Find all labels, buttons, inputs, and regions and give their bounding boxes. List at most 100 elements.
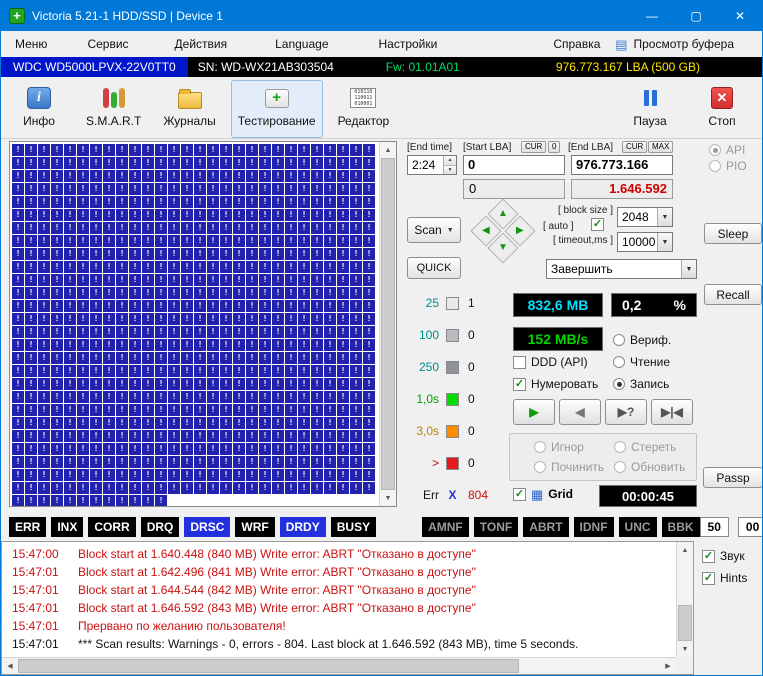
maximize-button[interactable]: ▢ bbox=[674, 1, 718, 31]
log-scrollbar-horizontal[interactable]: ◀ ▶ bbox=[2, 657, 676, 674]
scan-button[interactable]: Scan ▼ bbox=[407, 217, 461, 243]
scroll-left-icon[interactable]: ◀ bbox=[2, 658, 18, 674]
scan-block: ! bbox=[103, 391, 115, 403]
start-lba-zero-button[interactable]: 0 bbox=[548, 141, 560, 153]
scan-block: ! bbox=[233, 430, 245, 442]
logs-tab-button[interactable]: Журналы bbox=[156, 80, 222, 138]
log-scroll-track[interactable] bbox=[677, 558, 693, 641]
log-hscroll-track[interactable] bbox=[18, 658, 660, 674]
block-size-select[interactable]: 2048 ▼ bbox=[617, 207, 673, 227]
radio-circle bbox=[613, 378, 625, 390]
scan-block: ! bbox=[142, 235, 154, 247]
dropdown-arrow-icon[interactable]: ▼ bbox=[657, 208, 672, 226]
scroll-up-icon[interactable]: ▲ bbox=[677, 542, 693, 558]
scan-block: ! bbox=[12, 443, 24, 455]
grid-checkbox[interactable]: ✓ bbox=[513, 488, 526, 501]
end-time-spinner[interactable]: 2:24 ▲ ▼ bbox=[407, 155, 457, 175]
quick-button[interactable]: QUICK bbox=[407, 257, 461, 279]
on-end-action-select[interactable]: Завершить ▼ bbox=[546, 259, 697, 279]
scan-block: ! bbox=[12, 248, 24, 260]
log-hscroll-thumb[interactable] bbox=[18, 659, 519, 673]
scan-block: ! bbox=[233, 300, 245, 312]
read-radio[interactable]: Чтение bbox=[613, 355, 670, 369]
main-area: !!!!!!!!!!!!!!!!!!!!!!!!!!!!!!!!!!!!!!!!… bbox=[1, 139, 762, 513]
scan-block: ! bbox=[116, 274, 128, 286]
menu-help[interactable]: Справка bbox=[545, 33, 608, 55]
end-lba-input[interactable]: 976.773.166 bbox=[571, 155, 673, 175]
scan-block: ! bbox=[220, 248, 232, 260]
status-leds-right: AMNFTONFABRTIDNFUNCBBK bbox=[422, 517, 699, 537]
auto-checkbox[interactable]: ✓ bbox=[591, 218, 604, 231]
scan-block: ! bbox=[285, 482, 297, 494]
spin-down-icon[interactable]: ▼ bbox=[444, 166, 456, 175]
scan-block: ! bbox=[207, 469, 219, 481]
spin-buttons[interactable]: ▲ ▼ bbox=[443, 156, 456, 174]
info-tab-button[interactable]: i Инфо bbox=[7, 80, 71, 138]
menu-actions[interactable]: Действия bbox=[167, 33, 236, 55]
scan-block: ! bbox=[155, 313, 167, 325]
write-radio[interactable]: Запись bbox=[613, 377, 669, 391]
hints-checkbox[interactable]: ✓ Hints bbox=[702, 571, 747, 585]
grid-scroll-thumb[interactable] bbox=[381, 158, 395, 490]
smart-tab-button[interactable]: S.M.A.R.T bbox=[79, 80, 148, 138]
scroll-down-icon[interactable]: ▼ bbox=[380, 490, 396, 506]
dropdown-arrow-icon[interactable]: ▼ bbox=[657, 233, 672, 251]
scan-block: ! bbox=[168, 170, 180, 182]
checkbox-box: ✓ bbox=[513, 488, 526, 501]
stop-button[interactable]: ✕ Стоп bbox=[690, 80, 754, 138]
checkbox-box: ✓ bbox=[702, 572, 715, 585]
scroll-up-icon[interactable]: ▲ bbox=[380, 142, 396, 158]
test-tab-button[interactable]: + Тестирование bbox=[231, 80, 323, 138]
defect-action-panel: Игнор Стереть Починить Обновить bbox=[509, 433, 697, 481]
pause-button[interactable]: Пауза bbox=[618, 80, 682, 138]
start-lba-input[interactable]: 0 bbox=[463, 155, 565, 175]
grid-scrollbar[interactable]: ▲ ▼ bbox=[379, 142, 396, 506]
scan-block: ! bbox=[233, 404, 245, 416]
scan-block: ! bbox=[12, 274, 24, 286]
passp-button[interactable]: Passp bbox=[703, 467, 763, 488]
sound-checkbox[interactable]: ✓ Звук bbox=[702, 549, 745, 563]
start-lba-cur-button[interactable]: CUR bbox=[521, 141, 546, 153]
scan-block: ! bbox=[129, 365, 141, 377]
log-scrollbar-vertical[interactable]: ▲ ▼ bbox=[676, 542, 693, 657]
scan-block: ! bbox=[142, 183, 154, 195]
scan-block: ! bbox=[116, 287, 128, 299]
minimize-button[interactable]: — bbox=[630, 1, 674, 31]
scan-block: ! bbox=[259, 404, 271, 416]
scan-block: ! bbox=[298, 443, 310, 455]
scan-block: ! bbox=[142, 391, 154, 403]
menu-main[interactable]: Меню bbox=[7, 33, 55, 55]
menu-service[interactable]: Сервис bbox=[79, 33, 136, 55]
scan-block: ! bbox=[142, 456, 154, 468]
scan-block: ! bbox=[116, 378, 128, 390]
scroll-down-icon[interactable]: ▼ bbox=[677, 641, 693, 657]
dropdown-arrow-icon[interactable]: ▼ bbox=[681, 260, 696, 278]
scan-block: ! bbox=[181, 183, 193, 195]
recall-button[interactable]: Recall bbox=[704, 284, 762, 305]
numerate-checkbox[interactable]: ✓ Нумеровать bbox=[513, 377, 598, 391]
log-scroll-thumb[interactable] bbox=[678, 605, 692, 641]
sleep-button[interactable]: Sleep bbox=[704, 223, 762, 244]
seek-edges-button[interactable]: ▶|◀ bbox=[651, 399, 693, 425]
scan-block: ! bbox=[207, 391, 219, 403]
end-lba-cur-button[interactable]: CUR bbox=[622, 141, 647, 153]
editor-tab-button[interactable]: 010110 110011 010001 Редактор bbox=[331, 80, 397, 138]
skip-defect-button[interactable]: ▶? bbox=[605, 399, 647, 425]
back-button[interactable]: ◀ bbox=[559, 399, 601, 425]
grid-scroll-track[interactable] bbox=[380, 158, 396, 490]
scan-block: ! bbox=[116, 417, 128, 429]
end-lba-max-button[interactable]: MAX bbox=[648, 141, 673, 153]
scan-block: ! bbox=[298, 404, 310, 416]
ddd-api-checkbox[interactable]: ✓ DDD (API) bbox=[513, 355, 588, 369]
spin-up-icon[interactable]: ▲ bbox=[444, 156, 456, 166]
buffer-view-toggle[interactable]: ▤ Просмотр буфера bbox=[615, 37, 734, 51]
play-button[interactable]: ▶ bbox=[513, 399, 555, 425]
close-button[interactable]: ✕ bbox=[718, 1, 762, 31]
menu-settings[interactable]: Настройки bbox=[371, 33, 446, 55]
scroll-right-icon[interactable]: ▶ bbox=[660, 658, 676, 674]
scan-block: ! bbox=[142, 443, 154, 455]
verify-radio[interactable]: Вериф. bbox=[613, 333, 671, 347]
menu-language[interactable]: Language bbox=[267, 33, 336, 55]
timeout-select[interactable]: 10000 ▼ bbox=[617, 232, 673, 252]
scan-block: ! bbox=[77, 170, 89, 182]
